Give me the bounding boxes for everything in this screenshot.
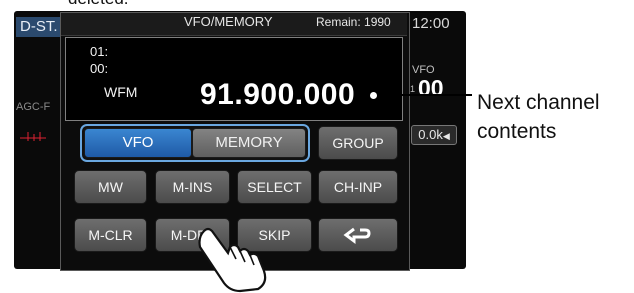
vfo-memory-toggle: VFO MEMORY — [80, 124, 310, 162]
m-ins-button[interactable]: M-INS — [155, 170, 230, 204]
group-button[interactable]: GROUP — [318, 126, 398, 160]
mode-tag: D-ST. — [16, 17, 66, 37]
clock: 12:00 — [412, 15, 450, 32]
agc-label: AGC-F — [16, 101, 51, 113]
callout-line-1: Next channel — [477, 91, 600, 114]
select-button[interactable]: SELECT — [237, 170, 312, 204]
memory-button[interactable]: MEMORY — [192, 128, 306, 158]
frequency-readout: 91.900.000 — [200, 78, 356, 111]
ch-inp-button[interactable]: CH-INP — [318, 170, 398, 204]
m-clr-button[interactable]: M-CLR — [74, 218, 147, 252]
remain-count: Remain: 1990 — [316, 15, 391, 29]
vfo-button[interactable]: VFO — [84, 128, 192, 158]
channel-line-2: 00: — [90, 61, 109, 76]
callout-dot — [368, 90, 379, 101]
return-button[interactable] — [318, 218, 398, 252]
filter-width-label: 0.0k — [418, 127, 443, 142]
caption-fragment: deleted. — [68, 0, 129, 9]
callout-line-2: contents — [477, 120, 557, 143]
meter-tick-icon — [20, 130, 46, 145]
caret-left-icon: ◀ — [442, 131, 450, 141]
side-small-digit: 1 — [410, 84, 416, 94]
filter-width-button[interactable]: 0.0k◀ — [411, 125, 457, 145]
side-big-digits: 00 — [418, 75, 444, 101]
dialog-title: VFO/MEMORY — [184, 14, 273, 29]
callout-leader-line — [377, 94, 472, 96]
channel-line-1: 01: — [90, 44, 109, 59]
mw-button[interactable]: MW — [74, 170, 147, 204]
mode-label: WFM — [104, 84, 138, 100]
hand-pointer-icon — [198, 227, 267, 293]
callout-text: Next channel contents — [477, 88, 600, 146]
return-arrow-icon — [343, 228, 371, 245]
